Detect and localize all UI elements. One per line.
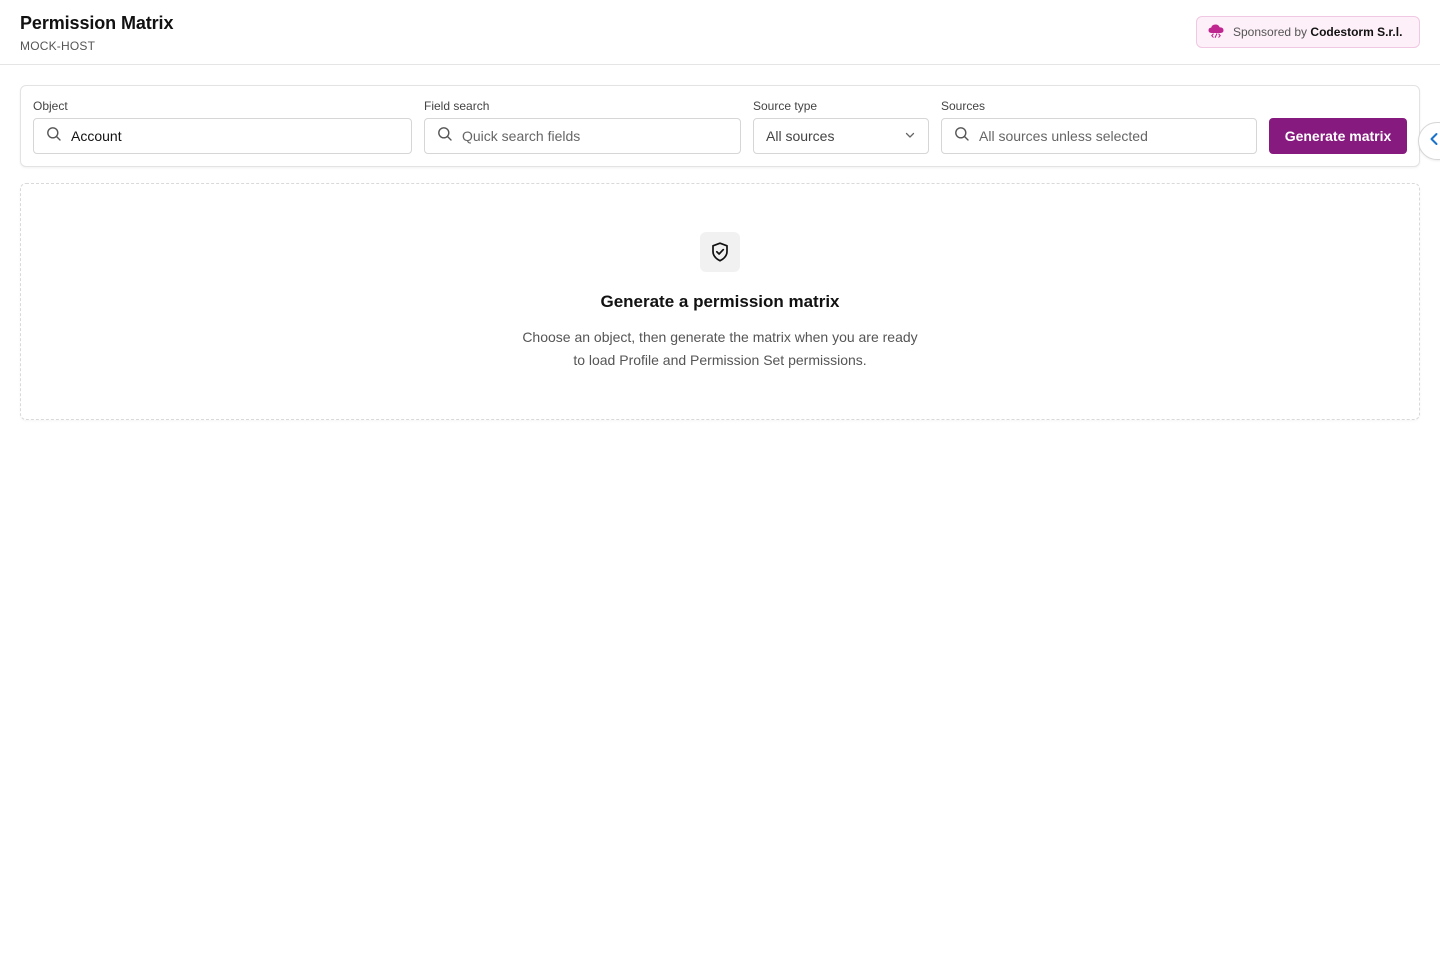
- sponsor-badge[interactable]: Sponsored by Codestorm S.r.l.: [1196, 16, 1420, 48]
- object-input[interactable]: [71, 128, 411, 144]
- sources-label: Sources: [941, 99, 986, 113]
- field-search-input[interactable]: [462, 128, 740, 144]
- search-icon: [954, 126, 970, 147]
- sponsor-prefix: Sponsored by: [1233, 25, 1308, 39]
- shield-check-icon: [700, 232, 740, 272]
- sources-box[interactable]: [941, 118, 1257, 154]
- field-search-box[interactable]: [424, 118, 741, 154]
- empty-state-title: Generate a permission matrix: [600, 292, 840, 311]
- sources-input[interactable]: [979, 128, 1256, 144]
- object-input-box[interactable]: [33, 118, 412, 154]
- filter-toolbar: Object Field search Source type All sour…: [20, 85, 1420, 167]
- generate-matrix-button[interactable]: Generate matrix: [1269, 118, 1407, 154]
- object-label: Object: [33, 99, 68, 113]
- search-icon: [437, 126, 453, 147]
- page-title: Permission Matrix: [20, 13, 174, 33]
- field-search-label: Field search: [424, 99, 490, 113]
- source-type-select[interactable]: All sources: [753, 118, 929, 154]
- empty-state-description: Choose an object, then generate the matr…: [522, 329, 918, 368]
- chevron-left-icon: [1428, 132, 1440, 151]
- panel-toggle-button[interactable]: [1418, 122, 1440, 160]
- search-icon: [46, 126, 62, 147]
- source-type-value: All sources: [766, 128, 835, 144]
- source-type-label: Source type: [753, 99, 818, 113]
- cloud-code-icon: [1207, 23, 1225, 42]
- app-header: Permission Matrix MOCK-HOST Sponsored by…: [0, 0, 1440, 65]
- chevron-down-icon: [904, 128, 916, 144]
- host-label: MOCK-HOST: [20, 39, 96, 53]
- sponsor-name: Codestorm S.r.l.: [1310, 25, 1403, 39]
- empty-state-panel: Generate a permission matrix Choose an o…: [20, 183, 1420, 420]
